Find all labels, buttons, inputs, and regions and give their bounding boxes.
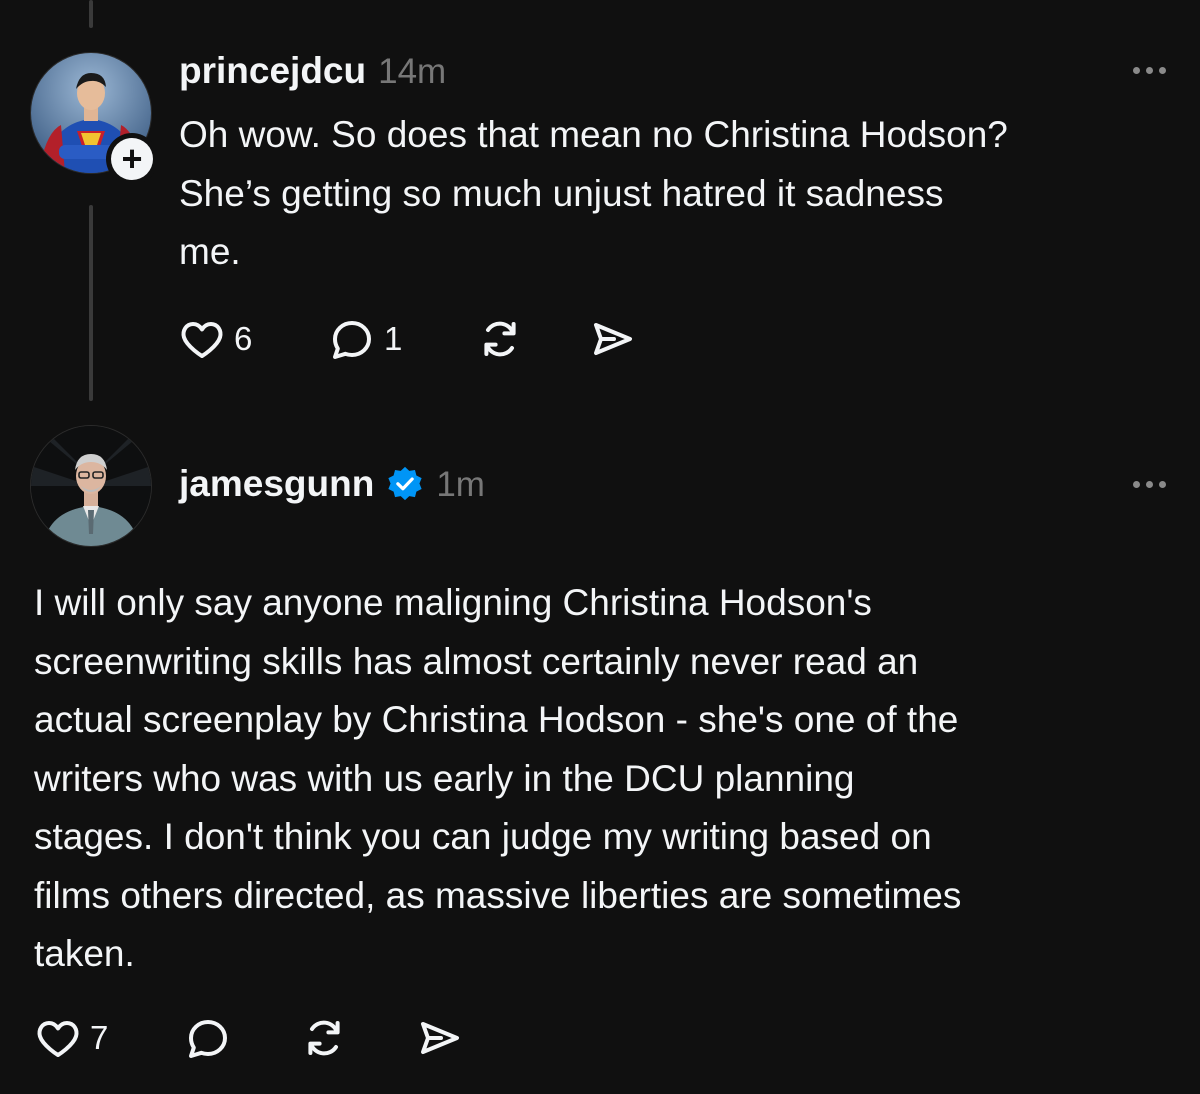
plus-icon: +	[111, 138, 153, 180]
repost-icon	[484, 321, 516, 357]
repost-button[interactable]	[300, 1014, 415, 1062]
share-button[interactable]	[415, 1014, 463, 1062]
reply-count: 1	[384, 320, 403, 357]
verified-badge-icon	[388, 466, 422, 501]
post-header: jamesgunn 1m	[179, 463, 485, 505]
post-header: princejdcu 14m	[179, 50, 446, 92]
share-icon	[594, 323, 632, 355]
reply-button[interactable]	[184, 1014, 300, 1062]
action-bar: 7	[34, 1014, 463, 1062]
thread-line-top	[89, 0, 93, 28]
post-text: I will only say anyone maligning Christi…	[34, 582, 962, 974]
heart-icon	[181, 322, 223, 358]
username[interactable]: princejdcu	[179, 50, 366, 92]
comment-icon	[333, 321, 371, 359]
post-text: Oh wow. So does that mean no Christina H…	[179, 114, 1008, 272]
like-button[interactable]: 6	[178, 315, 328, 363]
timestamp: 1m	[436, 465, 485, 504]
timestamp: 14m	[378, 52, 447, 91]
action-bar: 6 1	[178, 315, 636, 363]
repost-button[interactable]	[476, 315, 588, 363]
thread-line	[89, 205, 93, 401]
like-count: 7	[90, 1019, 109, 1056]
like-count: 6	[234, 320, 253, 357]
share-button[interactable]	[588, 315, 636, 363]
like-button[interactable]: 7	[34, 1014, 184, 1062]
follow-button[interactable]: +	[106, 133, 158, 185]
repost-icon	[308, 1020, 340, 1056]
more-icon[interactable]	[1133, 481, 1166, 488]
more-icon[interactable]	[1133, 67, 1166, 74]
avatar[interactable]	[30, 425, 152, 547]
comment-icon	[189, 1020, 227, 1058]
username[interactable]: jamesgunn	[179, 463, 374, 505]
heart-icon	[37, 1021, 79, 1057]
reply-button[interactable]: 1	[328, 315, 476, 363]
person-avatar-icon	[31, 426, 151, 546]
share-icon	[421, 1022, 459, 1054]
